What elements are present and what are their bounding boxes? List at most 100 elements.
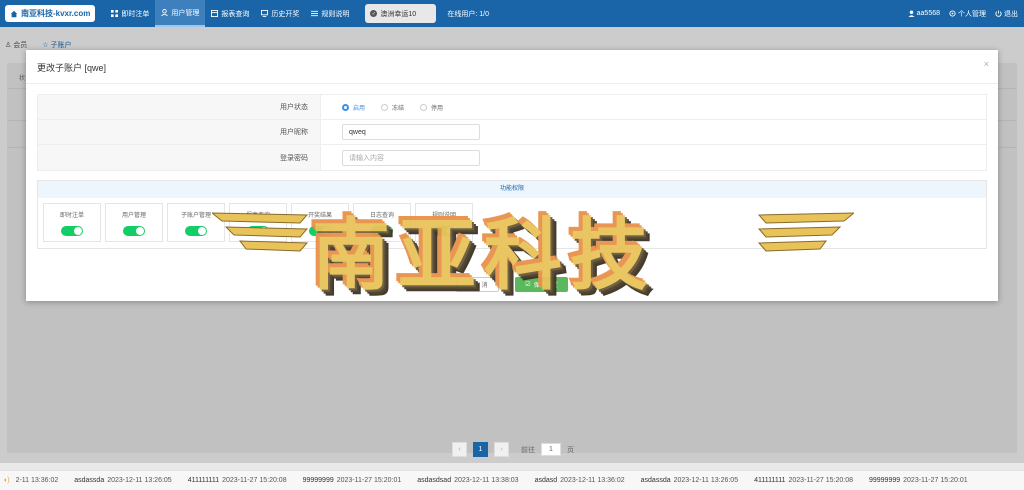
permission-label: 规则说明	[431, 212, 456, 219]
nav-item-rules[interactable]: 规则说明	[305, 0, 355, 27]
nav-item-live-bets[interactable]: 即时注单	[105, 0, 155, 27]
rss-icon: ◖)	[3, 477, 10, 484]
form-row-nickname: 用户昵称 qweq	[38, 120, 986, 145]
permission-card: 日志查询	[353, 203, 411, 242]
save-button[interactable]: ☑ 保存设置	[515, 277, 568, 292]
ticker-time: 2-11 13:36:02	[15, 477, 59, 484]
permission-label: 日志查询	[369, 212, 394, 219]
user-menu[interactable]: aa5568	[908, 10, 940, 17]
gear-icon	[949, 10, 956, 17]
permission-toggle[interactable]	[309, 225, 331, 236]
activity-ticker: ◖) 2-11 13:36:02 asdassda 2023-12-11 13:26…	[0, 470, 1024, 490]
ticker-item: 2-11 13:36:02	[13, 477, 59, 484]
ticker-time: 2023-11-27 15:20:08	[222, 477, 287, 484]
dialog-title: 更改子账户 [qwe]	[37, 63, 107, 73]
lottery-select[interactable]: ✓ 澳洲幸运10	[365, 4, 437, 23]
status-radio-frozen[interactable]: 冻结	[381, 103, 404, 112]
radio-label: 冻结	[392, 105, 405, 112]
ticker-item: 411111111 2023-11-27 15:20:08	[188, 477, 287, 484]
ticker-time: 2023-11-27 15:20:01	[336, 477, 402, 484]
permission-card: 规则说明	[415, 203, 473, 242]
lottery-select-value: 澳洲幸运10	[380, 10, 417, 18]
ticker-item: 411111111 2023-11-27 15:20:08	[754, 477, 853, 484]
ticker-time: 2023-11-27 15:20:01	[903, 477, 968, 484]
form-row-status: 用户状态 启用 冻结 停用	[38, 95, 986, 120]
status-radio-disabled[interactable]: 停用	[420, 103, 443, 112]
ticker-item: 99999999 2023-11-27 15:20:01	[869, 477, 968, 484]
ticker-item: asdassda 2023-12-11 13:26:05	[641, 477, 738, 484]
ticker-time: 2023-11-27 15:20:08	[788, 477, 853, 484]
permission-label: 开奖结果	[307, 212, 332, 219]
username: aa5568	[916, 10, 940, 17]
permission-label: 子账户管理	[180, 212, 211, 219]
permissions-grid: 即时注单 用户管理 子账户管理 报表查询 开奖结果 日志查询 规则说明	[38, 198, 986, 247]
home-icon	[10, 10, 18, 17]
profile-label: 个人管理	[958, 10, 986, 18]
account-form: 用户状态 启用 冻结 停用 用户昵称 qweq 登录密码 请输入内容	[37, 94, 987, 171]
radio-dot-icon	[420, 103, 428, 111]
nav-item-reports[interactable]: 报表查询	[205, 0, 255, 27]
nav-item-label: 规则说明	[321, 10, 350, 18]
cancel-circle-icon: ○	[467, 281, 471, 288]
monitor-icon	[261, 10, 269, 17]
brand-logo[interactable]: 南亚科技-kvxr.com	[5, 5, 96, 22]
ticker-time: 2023-12-11 13:36:02	[560, 477, 625, 484]
nav-item-label: 即时注单	[121, 10, 150, 18]
permission-toggle[interactable]	[123, 225, 145, 236]
prev-page-button[interactable]: ‹	[452, 442, 467, 457]
user-icon	[161, 9, 169, 16]
ticker-time: 2023-12-11 13:26:05	[107, 477, 172, 484]
nav-item-label: 历史开奖	[271, 10, 300, 18]
status-radio-enabled[interactable]: 启用	[342, 103, 365, 112]
ticker-user: 411111111	[754, 477, 786, 484]
list-icon	[311, 10, 319, 17]
nav-item-user-management[interactable]: 用户管理	[155, 0, 206, 27]
ticker-item: 99999999 2023-11-27 15:20:01	[303, 477, 402, 484]
permission-card: 子账户管理	[167, 203, 225, 242]
permission-card: 报表查询	[229, 203, 287, 242]
permission-toggle[interactable]	[371, 225, 393, 236]
save-label: 保存设置	[533, 283, 558, 289]
profile-link[interactable]: 个人管理	[949, 9, 986, 19]
permission-label: 用户管理	[121, 212, 146, 219]
ticker-user: 99999999	[868, 477, 901, 484]
close-icon[interactable]: ×	[984, 59, 989, 69]
radio-label: 停用	[431, 105, 444, 112]
nav-item-label: 用户管理	[171, 9, 200, 17]
edit-sub-account-dialog: 更改子账户 [qwe] × 用户状态 启用 冻结 停用 用户昵称 qweq 登录…	[26, 50, 998, 301]
nav-item-label: 报表查询	[221, 10, 250, 18]
ticker-time: 2023-12-11 13:26:05	[673, 477, 739, 484]
permissions-panel: 功能权限 即时注单 用户管理 子账户管理 报表查询 开奖结果 日志查询 规则说明	[37, 180, 987, 249]
form-row-password: 登录密码 请输入内容	[38, 145, 986, 170]
permission-toggle[interactable]	[433, 225, 455, 236]
permission-card: 开奖结果	[291, 203, 349, 242]
permission-toggle[interactable]	[247, 225, 269, 236]
nav-item-history-draws[interactable]: 历史开奖	[255, 0, 305, 27]
ticker-user: asdasd	[534, 477, 558, 484]
password-input[interactable]: 请输入内容	[342, 149, 480, 166]
page-number[interactable]: 1	[473, 442, 488, 457]
goto-page-input[interactable]: 1	[541, 443, 561, 456]
nickname-input[interactable]: qweq	[342, 124, 480, 140]
ticker-user: 411111111	[187, 477, 220, 484]
next-page-button[interactable]: ›	[494, 442, 509, 457]
user-icon	[908, 10, 915, 17]
ticker-item: asdassda 2023-12-11 13:26:05	[74, 477, 171, 484]
grid-icon	[111, 10, 119, 17]
nickname-label: 用户昵称	[38, 120, 321, 144]
permission-toggle[interactable]	[61, 225, 83, 236]
permission-card: 即时注单	[43, 203, 101, 242]
top-navbar: 南亚科技-kvxr.com 即时注单 用户管理 报表查询 历史开奖 规则说明 ✓…	[0, 0, 1024, 27]
ticker-user: asdasdsad	[417, 477, 452, 484]
permission-toggle[interactable]	[185, 225, 207, 236]
ticker-user: asdassda	[74, 477, 105, 484]
permission-card: 用户管理	[105, 203, 163, 242]
logout-link[interactable]: 退出	[995, 9, 1018, 19]
cancel-button[interactable]: ○ 取 消	[456, 277, 499, 292]
permission-label: 报表查询	[245, 212, 270, 219]
online-users: 在线用户: 1/0	[447, 10, 489, 18]
permissions-heading: 功能权限	[38, 181, 986, 198]
pagination: ‹ 1 › 前往 1 页	[452, 442, 574, 457]
main-nav: 即时注单 用户管理 报表查询 历史开奖 规则说明	[105, 0, 355, 27]
permission-label: 即时注单	[59, 212, 84, 219]
